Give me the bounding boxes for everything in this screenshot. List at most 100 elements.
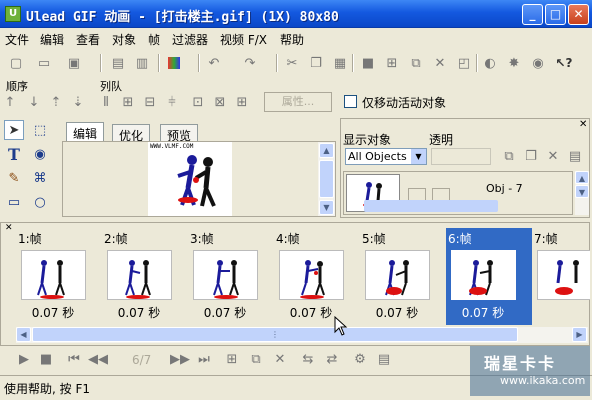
object-vscrollbar[interactable]: ▲ ▼ — [575, 171, 589, 215]
send-to-back-icon[interactable]: ⇣ — [68, 92, 88, 112]
object-duplicate-icon[interactable]: ❐ — [521, 146, 541, 166]
object-merge-icon[interactable]: ⧉ — [499, 146, 519, 166]
menu-view[interactable]: 查看 — [76, 31, 100, 48]
align-left-icon[interactable]: ⫴ — [96, 92, 116, 112]
align-middle-icon[interactable]: ⊡ — [188, 92, 208, 112]
frame-5[interactable]: 5:帧 0.07 秒 — [360, 228, 446, 325]
tween-icon[interactable]: ⇆ — [298, 349, 318, 369]
frame-4[interactable]: 4:帧 0.07 秒 — [274, 228, 360, 325]
help-pointer-icon[interactable]: ↖? — [554, 53, 574, 73]
fighting-stickmen-image — [177, 155, 216, 207]
frame-properties-icon[interactable]: ⚙ — [350, 349, 370, 369]
frame-settings-icon[interactable]: ▤ — [374, 349, 394, 369]
brush-tool-icon[interactable]: ✎ — [4, 168, 24, 188]
object-name: Obj - 7 — [486, 182, 523, 195]
stop-icon[interactable]: ■ — [36, 349, 56, 369]
last-frame-icon[interactable]: ⏭ — [194, 349, 214, 369]
menu-video-fx[interactable]: 视频 F/X — [220, 31, 267, 48]
distribute-icon[interactable]: ⊞ — [232, 92, 252, 112]
resize-icon[interactable]: ◰ — [454, 53, 474, 73]
undo-icon[interactable]: ↶ — [204, 53, 224, 73]
text-tool-icon[interactable]: T — [4, 144, 24, 164]
import-icon[interactable]: ▥ — [132, 53, 152, 73]
export-icon[interactable]: ▤ — [108, 53, 128, 73]
redo-icon[interactable]: ↷ — [240, 53, 260, 73]
canvas-vscrollbar[interactable]: ▲ ▼ — [318, 142, 335, 216]
frame-3[interactable]: 3:帧 0.07 秒 — [188, 228, 274, 325]
copy-icon[interactable]: ❐ — [306, 53, 326, 73]
next-frame-icon[interactable]: ▶▶ — [170, 349, 190, 369]
minimize-button[interactable]: _ — [522, 4, 543, 25]
canvas-panel: 编辑 优化 预览 WWW.VLMF.COM ▲ ▼ — [62, 122, 336, 218]
menu-filter[interactable]: 过滤器 — [172, 31, 208, 48]
object-properties-icon[interactable]: ▤ — [565, 146, 585, 166]
align-center-icon[interactable]: ⊞ — [118, 92, 138, 112]
chevron-down-icon[interactable]: ▼ — [411, 149, 426, 164]
tab-edit[interactable]: 编辑 — [66, 122, 105, 143]
reverse-icon[interactable]: ⇄ — [322, 349, 342, 369]
optimize-icon[interactable]: ◐ — [480, 53, 500, 73]
align-top-icon[interactable]: ⫩ — [162, 92, 182, 112]
tools-palette: ➤ ⬚ T ◉ ✎ ⌘ ▭ ○ — [2, 118, 56, 218]
menu-object[interactable]: 对象 — [112, 31, 136, 48]
frame-1[interactable]: 1:帧 0.07 秒 — [16, 228, 102, 325]
close-button[interactable]: ✕ — [568, 4, 589, 25]
frame-hscrollbar[interactable]: ◀ ⋮ ▶ — [16, 327, 588, 343]
transform-tool-icon[interactable]: ⌘ — [30, 168, 50, 188]
frame-6[interactable]: 6:帧 0.07 秒 — [446, 228, 532, 325]
marquee-tool-icon[interactable]: ⬚ — [30, 120, 50, 140]
bring-to-front-icon[interactable]: ⇡ — [46, 92, 66, 112]
previous-frame-icon[interactable]: ◀◀ — [88, 349, 108, 369]
pointer-tool-icon[interactable]: ➤ — [4, 120, 24, 140]
eraser-tool-icon[interactable]: ▭ — [4, 192, 24, 212]
move-active-checkbox[interactable] — [344, 95, 357, 108]
cut-icon[interactable]: ✂ — [282, 53, 302, 73]
frame-7[interactable]: 7:帧 — [532, 228, 590, 325]
align-right-icon[interactable]: ⊟ — [140, 92, 160, 112]
move-forward-icon[interactable]: ↑ — [0, 92, 20, 112]
panel-close-icon[interactable]: ✕ — [579, 119, 587, 130]
menu-frame[interactable]: 帧 — [148, 31, 160, 48]
duplicate-frame-icon[interactable]: ⧉ — [246, 349, 266, 369]
first-frame-icon[interactable]: ⏮ — [64, 349, 84, 369]
properties-button[interactable]: 属性... — [264, 92, 332, 112]
watermark: 瑞星卡卡 www.ikaka.com — [470, 346, 590, 396]
preview-icon[interactable]: ◉ — [528, 53, 548, 73]
frame-delay: 0.07 秒 — [117, 306, 161, 320]
frame-panel-close-icon[interactable]: ✕ — [5, 223, 13, 233]
canvas-image[interactable]: WWW.VLMF.COM — [148, 142, 232, 216]
menu-edit[interactable]: 编辑 — [40, 31, 64, 48]
menu-file[interactable]: 文件 — [5, 31, 29, 48]
watermark-brand: 瑞星卡卡 — [484, 354, 557, 373]
menu-help[interactable]: 帮助 — [280, 31, 304, 48]
wizard-icon[interactable]: ✸ — [504, 53, 524, 73]
save-icon[interactable]: ▣ — [64, 53, 84, 73]
status-text: 使用帮助, 按 F1 — [4, 382, 90, 396]
delete-frame-icon[interactable]: ✕ — [270, 349, 290, 369]
watermark-url: www.ikaka.com — [500, 374, 586, 387]
move-backward-icon[interactable]: ↓ — [24, 92, 44, 112]
play-icon[interactable]: ▶ — [14, 349, 34, 369]
duplicate-icon[interactable]: ⧉ — [406, 53, 426, 73]
frame-2[interactable]: 2:帧 0.07 秒 — [102, 228, 188, 325]
paste-icon[interactable]: ▦ — [330, 53, 350, 73]
object-list[interactable]: Obj - 7 — [343, 171, 573, 215]
object-hscroll-thumb[interactable] — [364, 200, 498, 212]
frame-icon[interactable]: ■ — [358, 53, 378, 73]
maximize-button[interactable]: □ — [545, 4, 566, 25]
transparency-input[interactable] — [431, 148, 491, 165]
title-bar[interactable]: U Ulead GIF 动画 - [打击楼主.gif] (1X) 80x80 _… — [0, 0, 592, 28]
open-file-icon[interactable]: ▭ — [34, 53, 54, 73]
zoom-tool-icon[interactable]: ○ — [30, 192, 50, 212]
crop-icon[interactable]: ✕ — [430, 53, 450, 73]
add-frame-button-icon[interactable]: ⊞ — [222, 349, 242, 369]
object-delete-icon[interactable]: ✕ — [543, 146, 563, 166]
align-bottom-icon[interactable]: ⊠ — [210, 92, 230, 112]
frame-thumbnail — [537, 250, 590, 300]
object-filter-select[interactable]: All Objects ▼ — [345, 148, 427, 165]
lasso-tool-icon[interactable]: ◉ — [30, 144, 50, 164]
frame-label: 6:帧 — [448, 232, 472, 246]
new-file-icon[interactable]: ▢ — [6, 53, 26, 73]
palette-icon[interactable] — [164, 53, 184, 73]
add-frame-icon[interactable]: ⊞ — [382, 53, 402, 73]
